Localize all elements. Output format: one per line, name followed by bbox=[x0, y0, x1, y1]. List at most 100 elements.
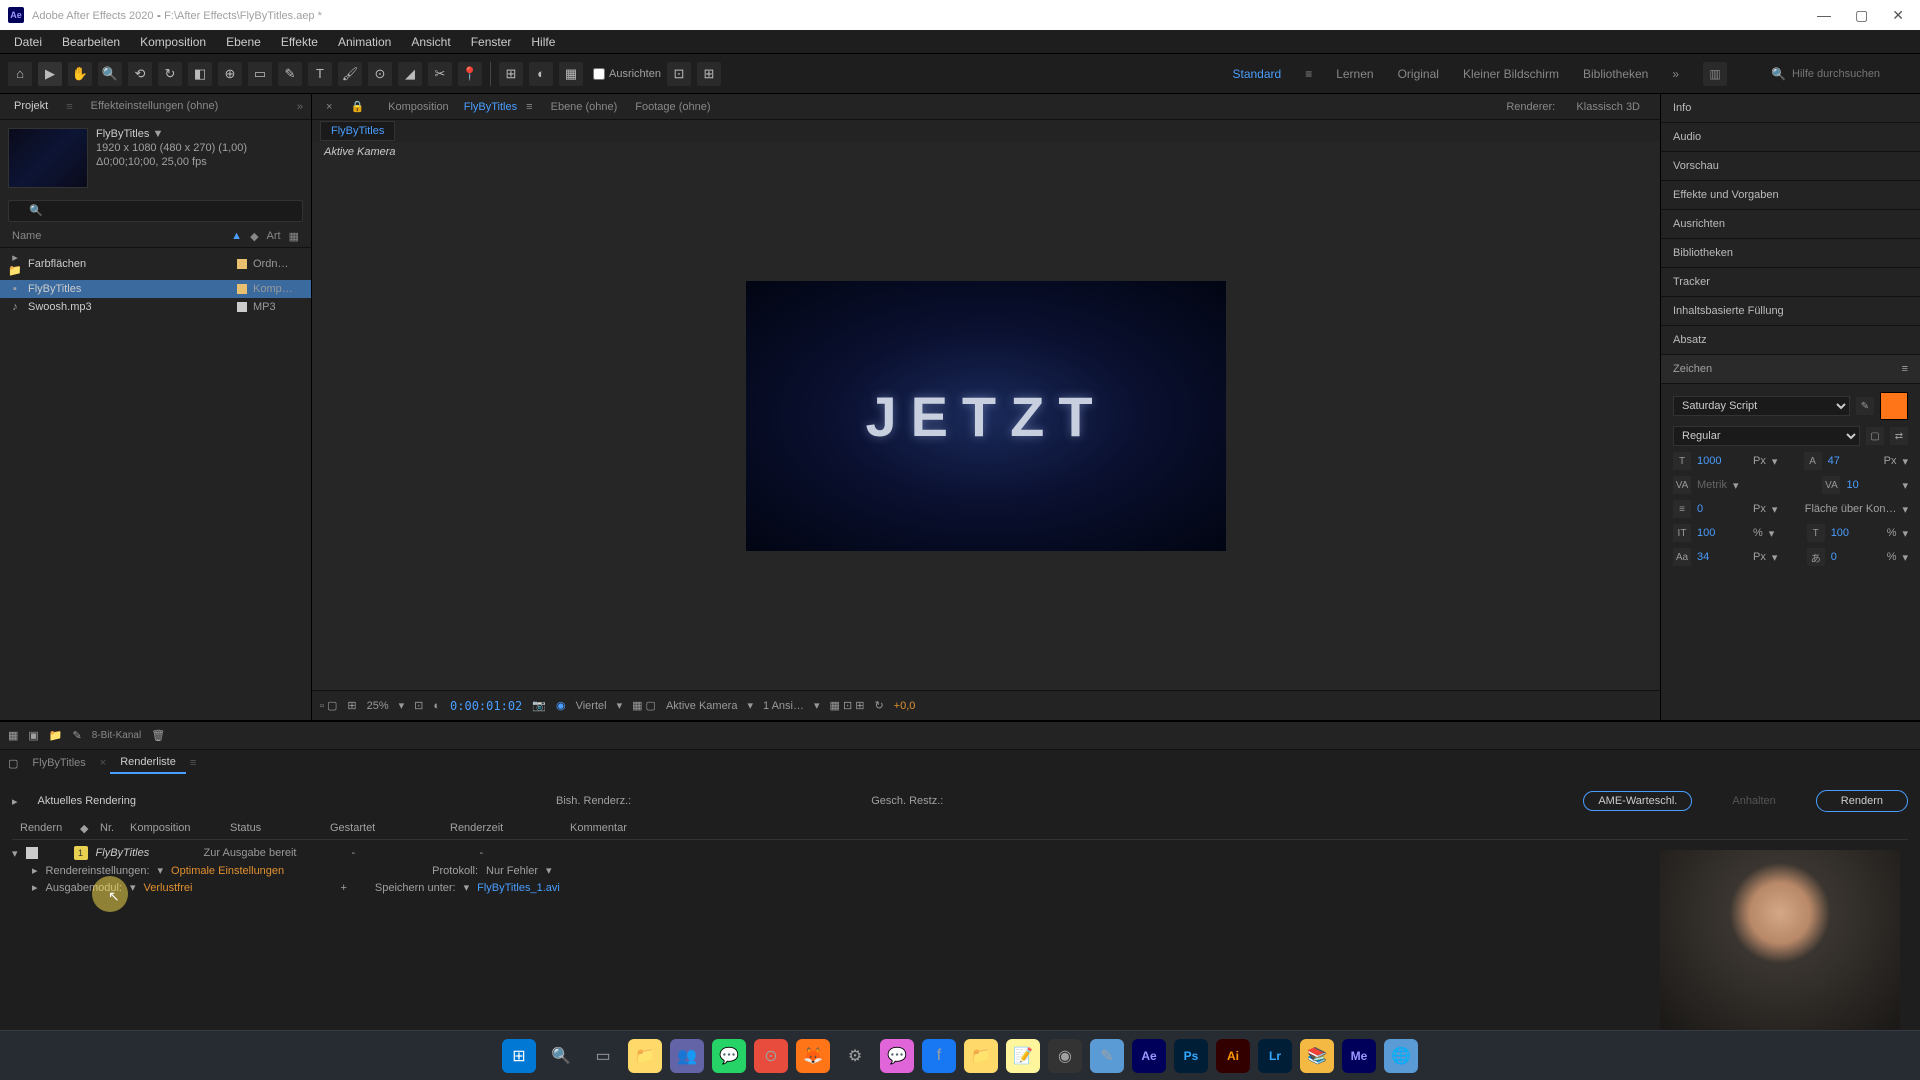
taskbar-taskview-icon[interactable]: ▭ bbox=[586, 1039, 620, 1073]
render-queue-row[interactable]: ▾ 1 FlyByTitles Zur Ausgabe bereit - - ▸… bbox=[12, 840, 1908, 900]
taskbar-ai-icon[interactable]: Ai bbox=[1216, 1039, 1250, 1073]
bit-depth[interactable]: 8-Bit-Kanal bbox=[92, 730, 141, 741]
snap-grid-icon[interactable]: ⊞ bbox=[697, 62, 721, 86]
minimize-icon[interactable]: — bbox=[1817, 7, 1831, 24]
resolution-icon[interactable]: ⊡ bbox=[414, 699, 423, 712]
camera-tool-icon[interactable]: ◧ bbox=[188, 62, 212, 86]
menu-ansicht[interactable]: Ansicht bbox=[401, 31, 460, 53]
proxy-icon[interactable]: ▦ bbox=[559, 62, 583, 86]
viewer-lock-icon[interactable]: 🔒 bbox=[344, 100, 370, 113]
menu-animation[interactable]: Animation bbox=[328, 31, 401, 53]
home-icon[interactable]: ⌂ bbox=[8, 62, 32, 86]
add-output-icon[interactable]: + bbox=[340, 882, 346, 894]
tracking-value[interactable]: 10 bbox=[1846, 479, 1896, 491]
taskbar-search-icon[interactable]: 🔍 bbox=[544, 1039, 578, 1073]
magnify-icon[interactable]: ▫ ▢ bbox=[320, 699, 337, 712]
workspace-original[interactable]: Original bbox=[1398, 67, 1439, 81]
panel-info[interactable]: Info bbox=[1661, 94, 1920, 123]
panel-ausrichten[interactable]: Ausrichten bbox=[1661, 210, 1920, 239]
taskbar-lr-icon[interactable]: Lr bbox=[1258, 1039, 1292, 1073]
tab-renderliste[interactable]: Renderliste bbox=[110, 752, 186, 774]
taskbar-app2-icon[interactable]: ⚙ bbox=[838, 1039, 872, 1073]
workspace-klein[interactable]: Kleiner Bildschirm bbox=[1463, 67, 1559, 81]
roto-tool-icon[interactable]: ✂ bbox=[428, 62, 452, 86]
taskbar-edit-icon[interactable]: ✎ bbox=[1090, 1039, 1124, 1073]
mask-icon[interactable]: ◐ bbox=[529, 62, 553, 86]
panel-fuellung[interactable]: Inhaltsbasierte Füllung bbox=[1661, 297, 1920, 326]
taskbar-start-icon[interactable]: ⊞ bbox=[502, 1039, 536, 1073]
project-item-folder[interactable]: ▸ 📁 Farbflächen Ordn… bbox=[0, 248, 311, 280]
zoom-tool-icon[interactable]: 🔍 bbox=[98, 62, 122, 86]
menu-ebene[interactable]: Ebene bbox=[216, 31, 271, 53]
panel-bibliotheken[interactable]: Bibliotheken bbox=[1661, 239, 1920, 268]
menu-datei[interactable]: Datei bbox=[4, 31, 52, 53]
views-dropdown[interactable]: 1 Ansi… bbox=[763, 700, 804, 712]
transparency-icon[interactable]: ▦ ▢ bbox=[632, 699, 656, 712]
hscale-value[interactable]: 100 bbox=[1831, 527, 1881, 539]
row-expand-icon[interactable]: ▾ bbox=[12, 847, 18, 860]
workspace-bibliotheken[interactable]: Bibliotheken bbox=[1583, 67, 1648, 81]
shape-tool-icon[interactable]: ▭ bbox=[248, 62, 272, 86]
protocol-value[interactable]: Nur Fehler bbox=[486, 865, 538, 877]
panel-effekte[interactable]: Effekte und Vorgaben bbox=[1661, 181, 1920, 210]
refresh-icon[interactable]: ↻ bbox=[874, 699, 883, 712]
render-settings-link[interactable]: Optimale Einstellungen bbox=[171, 865, 284, 877]
anchor-tool-icon[interactable]: ⊕ bbox=[218, 62, 242, 86]
tab-timeline[interactable]: FlyByTitles bbox=[22, 753, 95, 773]
close-icon[interactable]: ✕ bbox=[1892, 7, 1904, 24]
panel-zeichen-header[interactable]: Zeichen≡ bbox=[1661, 355, 1920, 384]
camera-dropdown[interactable]: Aktive Kamera bbox=[666, 700, 738, 712]
grid-icon[interactable]: ⊞ bbox=[347, 699, 356, 712]
vscale-value[interactable]: 100 bbox=[1697, 527, 1747, 539]
taskbar-ae-icon[interactable]: Ae bbox=[1132, 1039, 1166, 1073]
project-search-input[interactable] bbox=[8, 200, 303, 222]
menu-bearbeiten[interactable]: Bearbeiten bbox=[52, 31, 130, 53]
channel-icon[interactable]: ◐ bbox=[433, 700, 440, 712]
row-checkbox[interactable] bbox=[26, 847, 38, 859]
module-expand-icon[interactable]: ▸ bbox=[32, 881, 38, 894]
saveas-link[interactable]: FlyByTitles_1.avi bbox=[477, 882, 560, 894]
taskbar-obs-icon[interactable]: ◉ bbox=[1048, 1039, 1082, 1073]
selection-tool-icon[interactable]: ▶ bbox=[38, 62, 62, 86]
snap-edge-icon[interactable]: ⊡ bbox=[667, 62, 691, 86]
viewer-tab-comp[interactable]: Komposition FlyByTitles ≡ bbox=[376, 101, 538, 113]
col-type[interactable]: Art bbox=[263, 230, 285, 243]
render-button[interactable]: Rendern bbox=[1816, 790, 1908, 812]
color-icon[interactable]: ◉ bbox=[556, 699, 566, 712]
taskbar-me-icon[interactable]: Me bbox=[1342, 1039, 1376, 1073]
stroke-swatch-icon[interactable]: ▢ bbox=[1866, 427, 1884, 445]
taskbar-folder-icon[interactable]: 📁 bbox=[964, 1039, 998, 1073]
pen-tool-icon[interactable]: ✎ bbox=[278, 62, 302, 86]
project-item-comp[interactable]: ▪ FlyByTitles Komp… bbox=[0, 280, 311, 298]
taskbar-globe-icon[interactable]: 🌐 bbox=[1384, 1039, 1418, 1073]
taskbar-ps-icon[interactable]: Ps bbox=[1174, 1039, 1208, 1073]
panel-absatz[interactable]: Absatz bbox=[1661, 326, 1920, 355]
ame-queue-button[interactable]: AME-Warteschl. bbox=[1583, 791, 1692, 811]
viewer-tab-footage[interactable]: Footage (ohne) bbox=[629, 101, 716, 113]
taskbar-app1-icon[interactable]: ⊙ bbox=[754, 1039, 788, 1073]
bin-icon[interactable]: ▦ bbox=[8, 729, 18, 742]
workspace-lernen[interactable]: Lernen bbox=[1336, 67, 1373, 81]
leading-value[interactable]: 47 bbox=[1828, 455, 1878, 467]
expand-icon[interactable]: ▸ bbox=[12, 795, 18, 808]
taskbar-whatsapp-icon[interactable]: 💬 bbox=[712, 1039, 746, 1073]
col-name[interactable]: Name bbox=[8, 230, 227, 243]
tab-project[interactable]: Projekt bbox=[8, 96, 54, 118]
taskbar-teams-icon[interactable]: 👥 bbox=[670, 1039, 704, 1073]
viewer-tab-layer[interactable]: Ebene (ohne) bbox=[545, 101, 624, 113]
font-style-select[interactable]: Regular bbox=[1673, 426, 1860, 446]
eraser-tool-icon[interactable]: ◢ bbox=[398, 62, 422, 86]
project-item-audio[interactable]: ♪ Swoosh.mp3 MP3 bbox=[0, 298, 311, 316]
taskbar-facebook-icon[interactable]: f bbox=[922, 1039, 956, 1073]
maximize-icon[interactable]: ▢ bbox=[1855, 7, 1868, 24]
taskbar-notes-icon[interactable]: 📝 bbox=[1006, 1039, 1040, 1073]
kerning-value[interactable]: Metrik bbox=[1697, 479, 1727, 491]
workspace-more-icon[interactable]: » bbox=[1672, 67, 1679, 81]
workspace-layout-icon[interactable]: ▥ bbox=[1703, 62, 1727, 86]
panel-tracker[interactable]: Tracker bbox=[1661, 268, 1920, 297]
viewer-canvas[interactable]: Aktive Kamera JETZT bbox=[312, 142, 1660, 690]
taskbar-explorer-icon[interactable]: 📁 bbox=[628, 1039, 662, 1073]
timecode[interactable]: 0:00:01:02 bbox=[450, 699, 522, 713]
stamp-tool-icon[interactable]: ⊙ bbox=[368, 62, 392, 86]
panel-vorschau[interactable]: Vorschau bbox=[1661, 152, 1920, 181]
